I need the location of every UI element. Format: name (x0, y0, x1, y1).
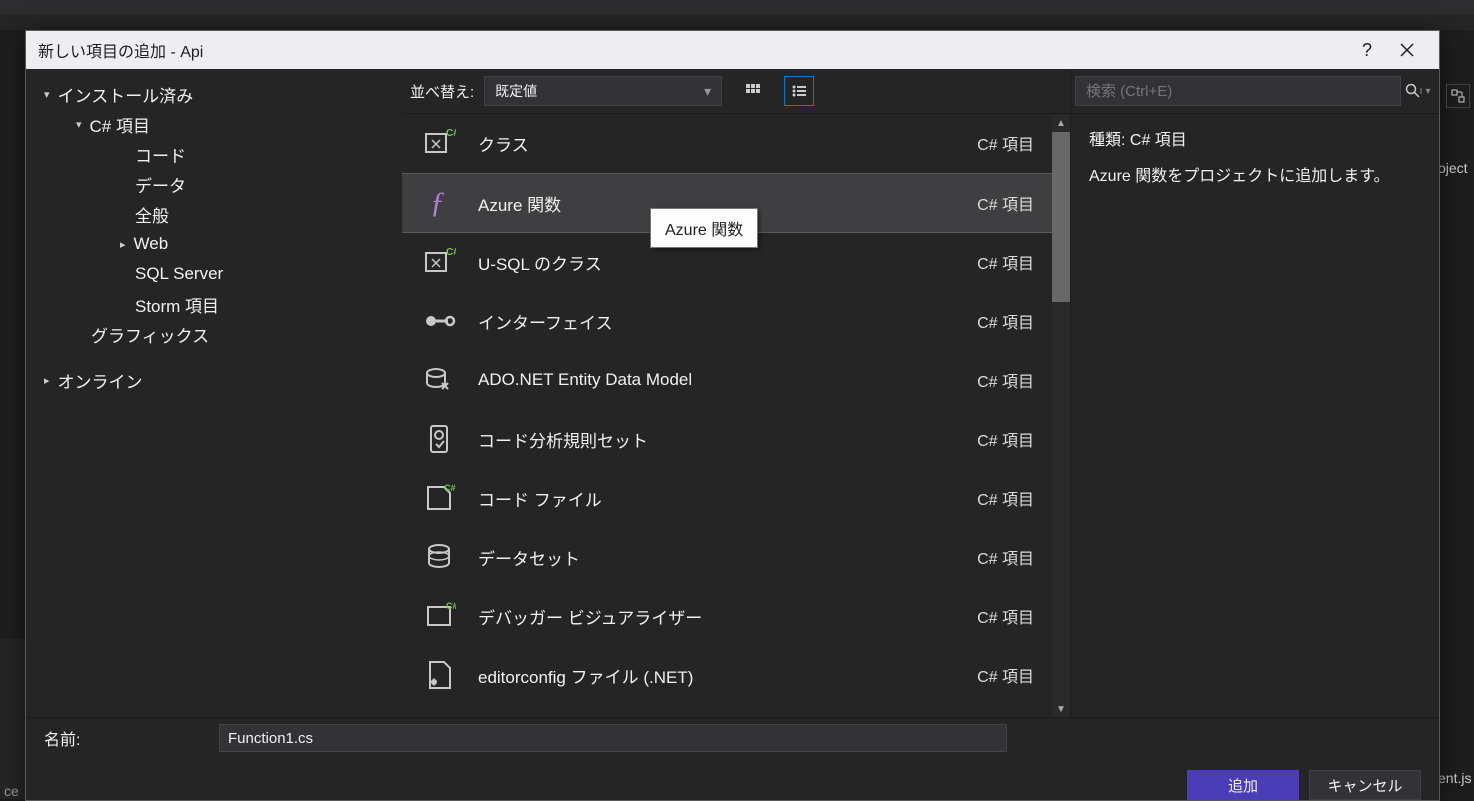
scrollbar[interactable]: ▲ ▼ (1052, 114, 1070, 718)
sort-combo[interactable]: 既定値 ▾ (484, 76, 722, 106)
svg-text:C#: C# (446, 128, 456, 139)
sort-label: 並べ替え: (410, 81, 474, 102)
template-label: U-SQL のクラス (478, 250, 977, 275)
scroll-up-button[interactable]: ▲ (1052, 114, 1070, 132)
dset-icon (420, 538, 458, 576)
edm-icon (420, 361, 458, 399)
template-category: C# 項目 (977, 131, 1034, 155)
description-panel: 種類: C# 項目 Azure 関数をプロジェクトに追加します。 (1071, 114, 1439, 203)
sort-bar: 並べ替え: 既定値 ▾ (402, 69, 1070, 114)
iface-icon (420, 302, 458, 340)
editorcfg-icon (420, 656, 458, 694)
template-category: C# 項目 (977, 368, 1034, 392)
template-label: データセット (478, 545, 977, 570)
template-item[interactable]: ADO.NET Entity Data ModelC# 項目 (402, 351, 1052, 410)
template-label: コード分析規則セット (478, 427, 977, 452)
svg-text:C#: C# (446, 247, 456, 258)
template-label: クラス (478, 131, 977, 156)
template-category: C# 項目 (977, 486, 1034, 510)
template-item[interactable]: C# コード ファイルC# 項目 (402, 469, 1052, 528)
template-item[interactable]: C# デバッガー ビジュアライザーC# 項目 (402, 587, 1052, 646)
tree-online[interactable]: オンライン (34, 365, 394, 395)
help-button[interactable]: ? (1347, 31, 1387, 69)
chevron-down-icon: ▾ (704, 83, 711, 100)
template-label: デバッガー ビジュアライザー (478, 604, 977, 629)
tooltip: Azure 関数 (650, 208, 758, 248)
template-label: インターフェイス (478, 309, 977, 334)
template-category: C# 項目 (977, 250, 1034, 274)
cfile-icon: C# (420, 479, 458, 517)
bg-hint-project: oject (1438, 160, 1474, 176)
search-input[interactable] (1075, 76, 1401, 106)
template-list[interactable]: C#クラスC# 項目ƒAzure 関数C# 項目C#U-SQL のクラスC# 項… (402, 114, 1052, 718)
template-label: ADO.NET Entity Data Model (478, 370, 977, 390)
tree-item-sqlserver[interactable]: SQL Server (34, 259, 394, 289)
svg-text:C#: C# (446, 601, 456, 611)
titlebar: 新しい項目の追加 - Api ? (26, 31, 1439, 69)
template-category: C# 項目 (977, 663, 1034, 687)
search-button[interactable]: ▾ (1401, 77, 1435, 105)
add-new-item-dialog: 新しい項目の追加 - Api ? インストール済み C# 項目 コード データ … (25, 30, 1440, 801)
template-item[interactable]: C# クラスC# 項目 (402, 114, 1052, 173)
svg-text:C#: C# (444, 483, 456, 493)
tree-item-data[interactable]: データ (34, 169, 394, 199)
kind-value: C# 項目 (1130, 132, 1187, 149)
func-icon: ƒ (420, 184, 458, 222)
tree-item-code[interactable]: コード (34, 139, 394, 169)
tree-graphics[interactable]: グラフィックス (34, 319, 394, 349)
add-button[interactable]: 追加 (1187, 770, 1299, 800)
template-item[interactable]: editorconfig ファイル (.NET)C# 項目 (402, 646, 1052, 705)
bg-hint-ce: ce (4, 783, 19, 799)
class-icon: C# (420, 124, 458, 162)
svg-text:ƒ: ƒ (430, 186, 445, 219)
template-category: C# 項目 (977, 604, 1034, 628)
class-icon: C# (420, 243, 458, 281)
scroll-down-button[interactable]: ▼ (1052, 700, 1070, 718)
dialog-title: 新しい項目の追加 - Api (38, 38, 203, 62)
rules-icon (420, 420, 458, 458)
close-button[interactable] (1387, 31, 1427, 69)
cancel-button[interactable]: キャンセル (1309, 770, 1421, 800)
tree-item-general[interactable]: 全般 (34, 199, 394, 229)
template-item[interactable]: インターフェイスC# 項目 (402, 292, 1052, 351)
tree-csharp-items[interactable]: C# 項目 (34, 109, 394, 139)
chevron-down-icon: ▾ (1425, 86, 1430, 97)
description-text: Azure 関数をプロジェクトに追加します。 (1089, 164, 1421, 190)
view-grid-button[interactable] (738, 76, 768, 106)
tree-item-storm[interactable]: Storm 項目 (34, 289, 394, 319)
sort-value: 既定値 (495, 81, 537, 101)
bg-hint-entjs: ent.js (1438, 770, 1474, 786)
template-label: コード ファイル (478, 486, 977, 511)
template-category: C# 項目 (977, 309, 1034, 333)
template-item[interactable]: コード分析規則セットC# 項目 (402, 410, 1052, 469)
side-tool-icon[interactable] (1446, 84, 1470, 108)
view-list-button[interactable] (784, 76, 814, 106)
name-input[interactable] (219, 724, 1007, 752)
tree-item-web[interactable]: Web (34, 229, 394, 259)
scroll-thumb[interactable] (1052, 132, 1070, 302)
name-label: 名前: (44, 726, 219, 750)
template-label: editorconfig ファイル (.NET) (478, 663, 977, 688)
template-category: C# 項目 (977, 545, 1034, 569)
dbgvis-icon: C# (420, 597, 458, 635)
kind-label: 種類: (1089, 132, 1125, 149)
template-category: C# 項目 (977, 427, 1034, 451)
category-tree: インストール済み C# 項目 コード データ 全般 Web SQL Server… (26, 69, 402, 718)
template-item[interactable]: データセットC# 項目 (402, 528, 1052, 587)
tree-installed[interactable]: インストール済み (34, 79, 394, 109)
template-category: C# 項目 (977, 191, 1034, 215)
